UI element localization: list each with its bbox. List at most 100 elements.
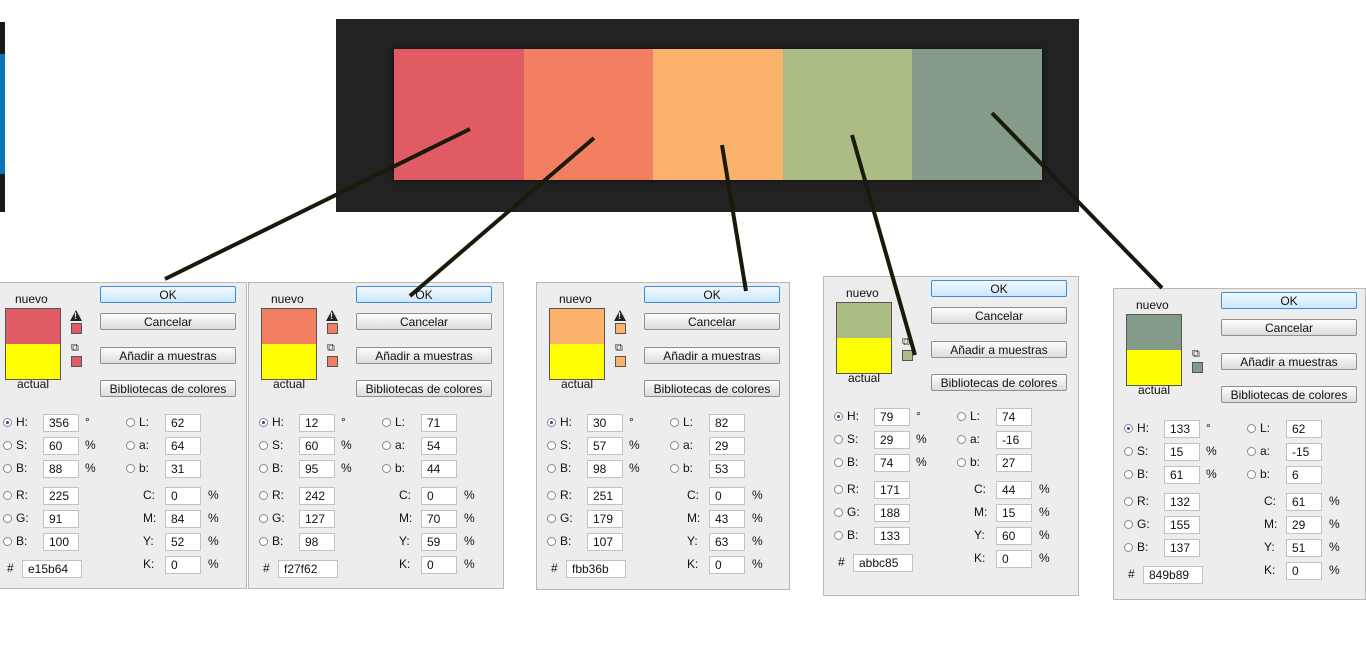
field-s[interactable]: 60 <box>43 437 79 455</box>
field-b[interactable]: 74 <box>874 454 910 472</box>
field-r[interactable]: 251 <box>587 487 623 505</box>
field-s[interactable]: 60 <box>299 437 335 455</box>
field-m[interactable]: 43 <box>709 510 745 528</box>
current-color-swatch[interactable] <box>1127 350 1181 385</box>
radio-g[interactable] <box>259 514 268 523</box>
add-to-swatches-button[interactable]: Añadir a muestras <box>931 341 1067 358</box>
add-to-swatches-button[interactable]: Añadir a muestras <box>100 347 236 364</box>
field-y[interactable]: 63 <box>709 533 745 551</box>
field-m[interactable]: 70 <box>421 510 457 528</box>
field-r[interactable]: 171 <box>874 481 910 499</box>
ok-button[interactable]: OK <box>931 280 1067 297</box>
field-b_lab[interactable]: 27 <box>996 454 1032 472</box>
radio-b_lab[interactable] <box>126 464 135 473</box>
add-to-swatches-button[interactable]: Añadir a muestras <box>1221 353 1357 370</box>
gamut-warning-icon[interactable] <box>70 310 82 321</box>
field-m[interactable]: 29 <box>1286 516 1322 534</box>
color-libraries-button[interactable]: Bibliotecas de colores <box>1221 386 1357 403</box>
radio-h[interactable] <box>3 418 12 427</box>
field-y[interactable]: 60 <box>996 527 1032 545</box>
hex-field[interactable]: f27f62 <box>278 560 338 578</box>
radio-r[interactable] <box>259 491 268 500</box>
field-b[interactable]: 88 <box>43 460 79 478</box>
hex-field[interactable]: 849b89 <box>1143 566 1203 584</box>
radio-s[interactable] <box>1124 447 1133 456</box>
ok-button[interactable]: OK <box>100 286 236 303</box>
radio-g[interactable] <box>1124 520 1133 529</box>
field-l[interactable]: 71 <box>421 414 457 432</box>
field-g[interactable]: 179 <box>587 510 623 528</box>
field-k[interactable]: 0 <box>1286 562 1322 580</box>
field-k[interactable]: 0 <box>996 550 1032 568</box>
radio-b[interactable] <box>834 458 843 467</box>
cancel-button[interactable]: Cancelar <box>644 313 780 330</box>
field-l[interactable]: 74 <box>996 408 1032 426</box>
ok-button[interactable]: OK <box>356 286 492 303</box>
field-h[interactable]: 12 <box>299 414 335 432</box>
add-to-swatches-button[interactable]: Añadir a muestras <box>356 347 492 364</box>
radio-r[interactable] <box>1124 497 1133 506</box>
current-color-swatch[interactable] <box>550 344 604 379</box>
field-y[interactable]: 51 <box>1286 539 1322 557</box>
field-c[interactable]: 0 <box>421 487 457 505</box>
radio-b_lab[interactable] <box>382 464 391 473</box>
field-s[interactable]: 29 <box>874 431 910 449</box>
radio-bv[interactable] <box>3 537 12 546</box>
field-c[interactable]: 61 <box>1286 493 1322 511</box>
web-safe-cube-icon[interactable]: ⧉ <box>327 343 335 354</box>
field-h[interactable]: 30 <box>587 414 623 432</box>
hex-field[interactable]: abbc85 <box>853 554 913 572</box>
radio-g[interactable] <box>3 514 12 523</box>
radio-l[interactable] <box>1247 424 1256 433</box>
field-r[interactable]: 225 <box>43 487 79 505</box>
field-g[interactable]: 155 <box>1164 516 1200 534</box>
field-bv[interactable]: 98 <box>299 533 335 551</box>
gamut-warning-icon[interactable] <box>326 310 338 321</box>
radio-b_lab[interactable] <box>670 464 679 473</box>
radio-h[interactable] <box>547 418 556 427</box>
radio-r[interactable] <box>547 491 556 500</box>
field-b_lab[interactable]: 6 <box>1286 466 1322 484</box>
radio-l[interactable] <box>382 418 391 427</box>
field-c[interactable]: 44 <box>996 481 1032 499</box>
field-a[interactable]: 64 <box>165 437 201 455</box>
field-bv[interactable]: 137 <box>1164 539 1200 557</box>
radio-b[interactable] <box>259 464 268 473</box>
radio-a[interactable] <box>957 435 966 444</box>
web-safe-cube-icon[interactable]: ⧉ <box>71 343 79 354</box>
field-c[interactable]: 0 <box>709 487 745 505</box>
field-a[interactable]: -15 <box>1286 443 1322 461</box>
radio-a[interactable] <box>1247 447 1256 456</box>
radio-l[interactable] <box>126 418 135 427</box>
radio-b_lab[interactable] <box>957 458 966 467</box>
radio-s[interactable] <box>259 441 268 450</box>
field-g[interactable]: 91 <box>43 510 79 528</box>
field-k[interactable]: 0 <box>421 556 457 574</box>
field-m[interactable]: 84 <box>165 510 201 528</box>
radio-a[interactable] <box>382 441 391 450</box>
field-k[interactable]: 0 <box>165 556 201 574</box>
field-bv[interactable]: 133 <box>874 527 910 545</box>
field-y[interactable]: 59 <box>421 533 457 551</box>
radio-s[interactable] <box>3 441 12 450</box>
radio-s[interactable] <box>834 435 843 444</box>
radio-bv[interactable] <box>547 537 556 546</box>
field-bv[interactable]: 100 <box>43 533 79 551</box>
field-a[interactable]: 54 <box>421 437 457 455</box>
current-color-swatch[interactable] <box>837 338 891 373</box>
hex-field[interactable]: e15b64 <box>22 560 82 578</box>
field-b_lab[interactable]: 31 <box>165 460 201 478</box>
web-safe-cube-icon[interactable]: ⧉ <box>902 337 910 348</box>
ok-button[interactable]: OK <box>1221 292 1357 309</box>
radio-b[interactable] <box>1124 470 1133 479</box>
field-h[interactable]: 79 <box>874 408 910 426</box>
gamut-warning-icon[interactable] <box>614 310 626 321</box>
field-b[interactable]: 61 <box>1164 466 1200 484</box>
radio-b[interactable] <box>3 464 12 473</box>
field-c[interactable]: 0 <box>165 487 201 505</box>
radio-bv[interactable] <box>1124 543 1133 552</box>
gamut-correction-swatch[interactable] <box>327 323 338 334</box>
field-y[interactable]: 52 <box>165 533 201 551</box>
field-h[interactable]: 133 <box>1164 420 1200 438</box>
web-safe-cube-icon[interactable]: ⧉ <box>615 343 623 354</box>
